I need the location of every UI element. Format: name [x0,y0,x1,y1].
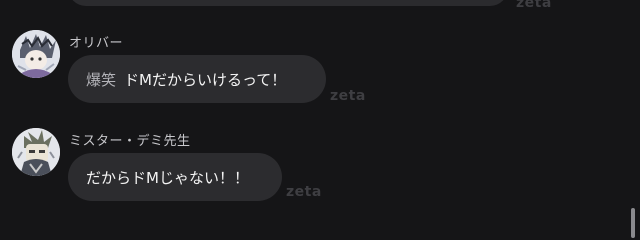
avatar[interactable] [12,128,60,176]
message-text: だからドMじゃない！！ [86,168,249,187]
avatar-image [12,128,60,176]
zeta-watermark: zeta [516,0,552,11]
sender-name: オリバー [69,36,124,51]
avatar-image [12,30,60,78]
zeta-watermark: zeta [330,88,366,104]
previous-message-bubble [68,0,508,6]
message-bubble[interactable]: 爆笑 ドMだからいけるって！ [68,55,326,103]
sender-name: ミスター・デミ先生 [69,134,191,149]
avatar[interactable] [12,30,60,78]
message-bubble[interactable]: だからドMじゃない！！ [68,153,282,201]
emphasis-text: 爆笑 [86,70,117,89]
scrollbar-thumb[interactable] [631,208,635,238]
chat-thread: zeta オリバー 爆笑 ドMだからいけるって！ zeta ミスター・デミ先生 … [0,0,640,240]
zeta-watermark: zeta [286,184,322,200]
message-text: ドMだからいけるって！ [124,70,287,89]
